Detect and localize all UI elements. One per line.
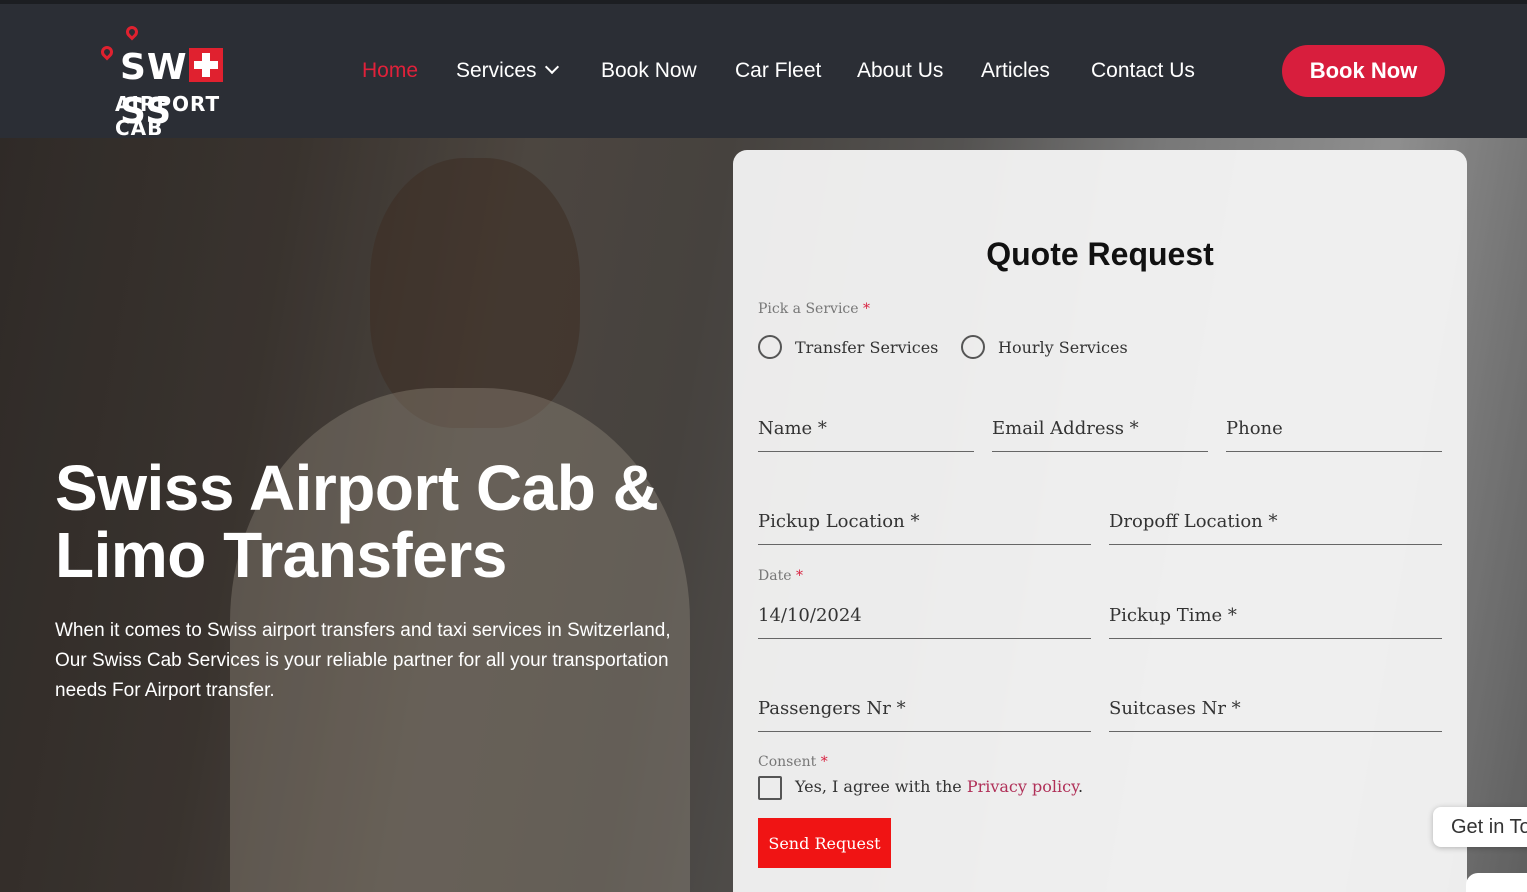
service-label: Pick a Service *: [758, 301, 870, 317]
required-mark: *: [820, 754, 828, 770]
date-label-text: Date: [758, 568, 792, 584]
dropoff-location-field[interactable]: Dropoff Location *: [1109, 501, 1442, 545]
passengers-placeholder: Passengers Nr *: [758, 698, 906, 719]
radio-label-transfer-services: Transfer Services: [795, 338, 939, 357]
nav-item-services[interactable]: Services: [456, 56, 559, 86]
phone-placeholder: Phone: [1226, 418, 1283, 439]
map-pin-icon: [123, 23, 141, 41]
get-in-touch-widget[interactable]: Get in To: [1433, 807, 1527, 847]
date-value: 14/10/2024: [758, 605, 862, 626]
send-request-button[interactable]: Send Request: [758, 818, 891, 868]
pickup-time-field[interactable]: Pickup Time *: [1109, 595, 1442, 639]
consent-label-text: Consent: [758, 754, 817, 770]
chat-widget-corner[interactable]: [1466, 873, 1527, 892]
required-mark: *: [795, 568, 803, 584]
nav-item-about-us[interactable]: About Us: [857, 56, 943, 86]
radio-transfer-services[interactable]: [758, 335, 782, 359]
suitcases-field[interactable]: Suitcases Nr *: [1109, 688, 1442, 732]
nav-item-book-now[interactable]: Book Now: [601, 56, 697, 86]
map-pin-icon: [98, 43, 116, 61]
nav-item-car-fleet[interactable]: Car Fleet: [735, 56, 821, 86]
chevron-down-icon: [544, 59, 559, 75]
passengers-field[interactable]: Passengers Nr *: [758, 688, 1091, 732]
nav-item-home[interactable]: Home: [362, 56, 418, 86]
consent-text-body: Yes, I agree with the: [795, 777, 967, 796]
email-placeholder: Email Address *: [992, 418, 1139, 439]
phone-field[interactable]: Phone: [1226, 408, 1442, 452]
hero-description: When it comes to Swiss airport transfers…: [55, 620, 671, 701]
book-now-button[interactable]: Book Now: [1282, 45, 1445, 97]
logo-subtitle: AIRPORT CAB: [115, 92, 221, 140]
swiss-cross-icon: [188, 48, 223, 82]
logo-text-start: SW: [120, 47, 188, 88]
required-mark: *: [863, 301, 871, 317]
hero-title: Swiss Airport Cab & Limo Transfers: [55, 452, 659, 591]
consent-text: Yes, I agree with the Privacy policy.: [795, 777, 1083, 796]
date-label: Date *: [758, 568, 803, 584]
pickup-time-placeholder: Pickup Time *: [1109, 605, 1237, 626]
pickup-location-field[interactable]: Pickup Location *: [758, 501, 1091, 545]
radio-label-hourly-services: Hourly Services: [998, 338, 1128, 357]
nav-item-services-label: Services: [456, 59, 537, 82]
pickup-location-placeholder: Pickup Location *: [758, 511, 920, 532]
consent-label: Consent *: [758, 754, 828, 770]
site-header: SWSS AIRPORT CAB Home Services Book Now …: [0, 4, 1527, 140]
radio-hourly-services[interactable]: [961, 335, 985, 359]
form-title: Quote Request: [986, 236, 1214, 272]
name-field[interactable]: Name *: [758, 408, 974, 452]
email-field[interactable]: Email Address *: [992, 408, 1208, 452]
nav-item-contact-us[interactable]: Contact Us: [1091, 56, 1195, 86]
nav-item-articles[interactable]: Articles: [981, 56, 1050, 86]
date-field[interactable]: 14/10/2024: [758, 595, 1091, 639]
consent-text-end: .: [1078, 777, 1084, 796]
quote-request-form: Quote Request Pick a Service * Transfer …: [733, 150, 1467, 892]
consent-checkbox[interactable]: [758, 776, 782, 800]
site-logo[interactable]: SWSS AIRPORT CAB: [96, 23, 271, 140]
name-placeholder: Name *: [758, 418, 827, 439]
privacy-policy-link[interactable]: Privacy policy: [967, 777, 1078, 796]
dropoff-location-placeholder: Dropoff Location *: [1109, 511, 1278, 532]
service-label-text: Pick a Service: [758, 301, 859, 317]
suitcases-placeholder: Suitcases Nr *: [1109, 698, 1241, 719]
